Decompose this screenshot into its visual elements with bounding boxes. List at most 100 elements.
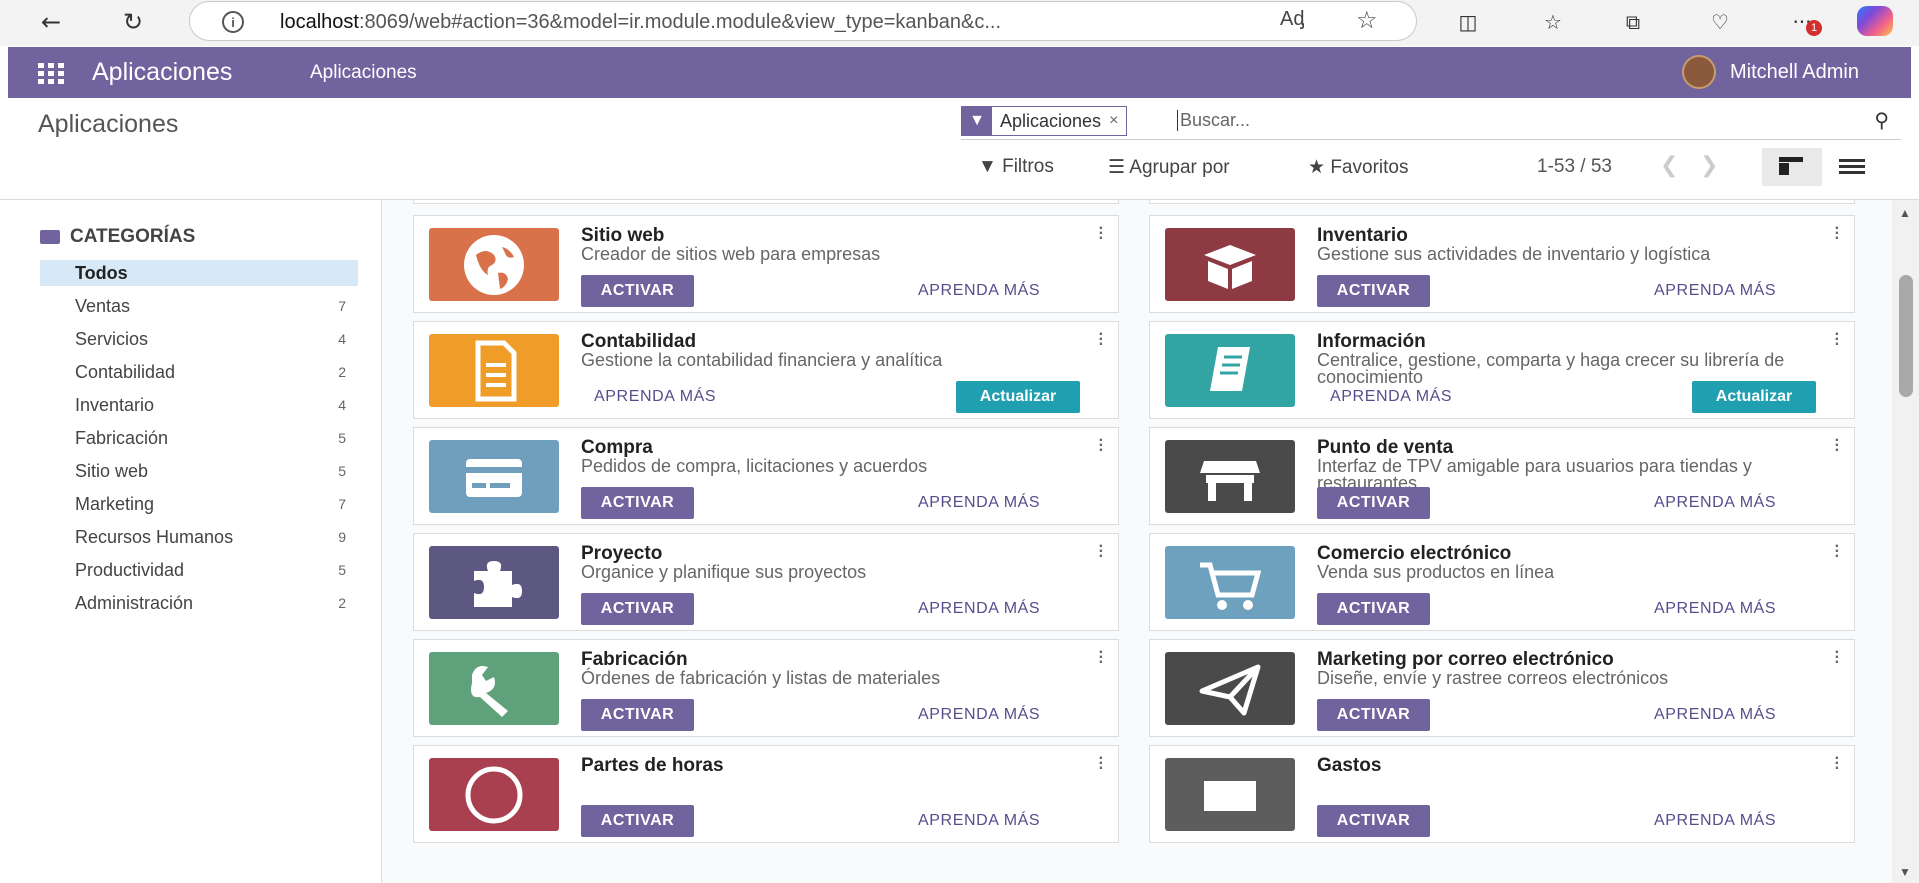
- list-view-button[interactable]: [1822, 148, 1882, 186]
- kebab-menu-icon[interactable]: · · ·: [1099, 645, 1104, 671]
- learn-more-button[interactable]: APRENDA MÁS: [918, 282, 1040, 300]
- kebab-menu-icon[interactable]: · · ·: [1835, 433, 1840, 459]
- scrollbar-thumb[interactable]: [1899, 275, 1913, 397]
- app-card[interactable]: Punto de venta Interfaz de TPV amigable p…: [1149, 427, 1855, 525]
- activate-button[interactable]: ACTIVAR: [581, 487, 694, 519]
- learn-more-button[interactable]: APRENDA MÁS: [594, 388, 716, 406]
- update-button[interactable]: Actualizar: [1692, 381, 1816, 413]
- clock-icon: [429, 758, 559, 831]
- pager-value[interactable]: 1-53 / 53: [1537, 156, 1612, 178]
- category-item[interactable]: Productividad 5: [40, 557, 358, 583]
- activate-button[interactable]: ACTIVAR: [1317, 275, 1430, 307]
- kebab-menu-icon[interactable]: · · ·: [1099, 539, 1104, 565]
- split-screen-icon[interactable]: ◫: [1453, 7, 1483, 37]
- user-avatar[interactable]: [1682, 55, 1716, 89]
- favorites-list-icon[interactable]: ☆: [1538, 7, 1568, 37]
- kebab-menu-icon[interactable]: · · ·: [1099, 751, 1104, 777]
- category-count: 5: [338, 562, 346, 578]
- scroll-up-icon[interactable]: ▲: [1899, 206, 1911, 220]
- collections-icon[interactable]: ⧉: [1618, 7, 1648, 37]
- address-bar[interactable]: i localhost:8069/web#action=36&model=ir.…: [189, 1, 1417, 41]
- category-item[interactable]: Servicios 4: [40, 326, 358, 352]
- app-card[interactable]: Fabricación Órdenes de fabricación y list…: [413, 639, 1119, 737]
- app-card[interactable]: Marketing por correo electrónico Diseñe, …: [1149, 639, 1855, 737]
- kebab-menu-icon[interactable]: · · ·: [1099, 327, 1104, 353]
- learn-more-button[interactable]: APRENDA MÁS: [1330, 388, 1452, 406]
- activate-button[interactable]: ACTIVAR: [581, 275, 694, 307]
- activate-button[interactable]: ACTIVAR: [581, 805, 694, 837]
- facet-remove-icon[interactable]: ×: [1109, 107, 1126, 135]
- browser-essentials-icon[interactable]: ♡: [1705, 7, 1735, 37]
- app-card[interactable]: Partes de horas · · · ACTIVAR APRENDA MÁS: [413, 745, 1119, 843]
- scrollbar[interactable]: ▲ ▼: [1892, 200, 1919, 883]
- scroll-down-icon[interactable]: ▼: [1899, 865, 1911, 879]
- learn-more-button[interactable]: APRENDA MÁS: [918, 812, 1040, 830]
- category-item[interactable]: Administración 2: [40, 590, 358, 616]
- category-item[interactable]: Marketing 7: [40, 491, 358, 517]
- pager-next-icon[interactable]: ❯: [1700, 152, 1718, 178]
- app-card[interactable]: Gastos · · · ACTIVAR APRENDA MÁS: [1149, 745, 1855, 843]
- app-card[interactable]: Compra Pedidos de compra, licitaciones y …: [413, 427, 1119, 525]
- kebab-menu-icon[interactable]: · · ·: [1835, 221, 1840, 247]
- activate-button[interactable]: ACTIVAR: [581, 593, 694, 625]
- app-card[interactable]: Contabilidad Gestione la contabilidad fin…: [413, 321, 1119, 419]
- category-item[interactable]: Contabilidad 2: [40, 359, 358, 385]
- main-navbar: Aplicaciones Aplicaciones Mitchell Admin: [8, 47, 1911, 98]
- category-item[interactable]: Sitio web 5: [40, 458, 358, 484]
- app-card[interactable]: Comercio electrónico Venda sus productos …: [1149, 533, 1855, 631]
- kebab-menu-icon[interactable]: · · ·: [1835, 645, 1840, 671]
- activate-button[interactable]: ACTIVAR: [1317, 805, 1430, 837]
- category-item[interactable]: Recursos Humanos 9: [40, 524, 358, 550]
- app-card[interactable]: Sitio web Creador de sitios web para empr…: [413, 215, 1119, 313]
- activate-button[interactable]: ACTIVAR: [581, 699, 694, 731]
- pager-previous-icon[interactable]: ❮: [1660, 152, 1678, 178]
- learn-more-button[interactable]: APRENDA MÁS: [1654, 494, 1776, 512]
- activate-button[interactable]: ACTIVAR: [1317, 487, 1430, 519]
- app-card[interactable]: Proyecto Organice y planifique sus proyec…: [413, 533, 1119, 631]
- user-name[interactable]: Mitchell Admin: [1730, 61, 1859, 84]
- activate-button[interactable]: ACTIVAR: [1317, 699, 1430, 731]
- favorites-button[interactable]: ★ Favoritos: [1308, 156, 1408, 179]
- app-card[interactable]: Inventario Gestione sus actividades de in…: [1149, 215, 1855, 313]
- kanban-view-button[interactable]: [1762, 148, 1822, 186]
- reload-icon[interactable]: ↻: [118, 7, 148, 37]
- site-info-icon[interactable]: i: [222, 11, 244, 33]
- favorite-star-icon[interactable]: ☆: [1356, 6, 1378, 35]
- puzzle-icon: [429, 546, 559, 619]
- category-item[interactable]: Inventario 4: [40, 392, 358, 418]
- group-by-button[interactable]: ☰ Agrupar por: [1108, 156, 1230, 179]
- update-button[interactable]: Actualizar: [956, 381, 1080, 413]
- category-count: 5: [338, 430, 346, 446]
- kebab-menu-icon[interactable]: · · ·: [1835, 751, 1840, 777]
- kebab-menu-icon[interactable]: · · ·: [1835, 539, 1840, 565]
- app-description: Creador de sitios web para empresas: [581, 244, 881, 264]
- learn-more-button[interactable]: APRENDA MÁS: [1654, 600, 1776, 618]
- kebab-menu-icon[interactable]: · · ·: [1835, 327, 1840, 353]
- category-item[interactable]: Fabricación 5: [40, 425, 358, 451]
- app-name[interactable]: Aplicaciones: [92, 58, 232, 87]
- back-arrow-icon[interactable]: ←: [36, 7, 66, 37]
- notification-badge: 1: [1806, 20, 1822, 36]
- learn-more-button[interactable]: APRENDA MÁS: [918, 494, 1040, 512]
- category-item[interactable]: Ventas 7: [40, 293, 358, 319]
- search-icon[interactable]: ⚲: [1874, 108, 1889, 133]
- learn-more-button[interactable]: APRENDA MÁS: [1654, 812, 1776, 830]
- kebab-menu-icon[interactable]: · · ·: [1099, 221, 1104, 247]
- learn-more-button[interactable]: APRENDA MÁS: [1654, 706, 1776, 724]
- category-item[interactable]: Todos: [40, 260, 358, 286]
- menu-item-aplicaciones[interactable]: Aplicaciones: [310, 62, 417, 84]
- app-card[interactable]: Información Centralice, gestione, compart…: [1149, 321, 1855, 419]
- learn-more-button[interactable]: APRENDA MÁS: [918, 706, 1040, 724]
- copilot-icon[interactable]: [1857, 6, 1893, 36]
- learn-more-button[interactable]: APRENDA MÁS: [918, 600, 1040, 618]
- category-label: Recursos Humanos: [75, 526, 234, 547]
- learn-more-button[interactable]: APRENDA MÁS: [1654, 282, 1776, 300]
- url-text[interactable]: localhost:8069/web#action=36&model=ir.mo…: [280, 11, 1001, 34]
- app-menu-grid-icon[interactable]: [38, 63, 64, 84]
- category-count: 2: [338, 364, 346, 380]
- activate-button[interactable]: ACTIVAR: [1317, 593, 1430, 625]
- filters-button[interactable]: ▼ Filtros: [978, 156, 1054, 178]
- kebab-menu-icon[interactable]: · · ·: [1099, 433, 1104, 459]
- search-input[interactable]: Buscar...: [1177, 110, 1250, 131]
- read-aloud-icon[interactable]: Aᶁ: [1280, 8, 1304, 31]
